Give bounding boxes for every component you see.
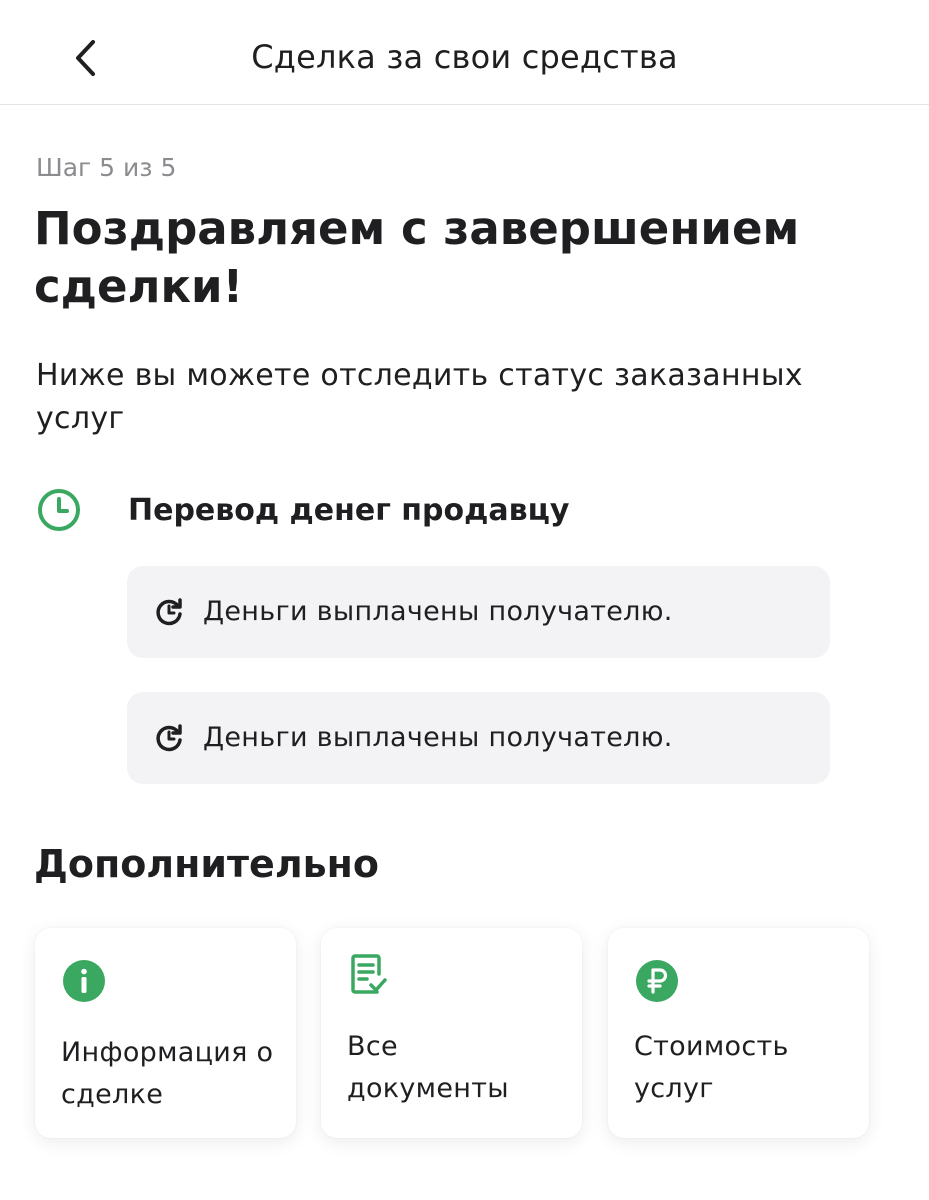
service-cost-tile[interactable]: Стоимость услуг <box>608 928 869 1138</box>
top-bar: Сделка за свои средства <box>0 0 929 105</box>
ruble-icon <box>636 960 678 1002</box>
page-title: Сделка за свои средства <box>251 38 678 76</box>
tile-label: Стоимость услуг <box>634 1031 789 1104</box>
step-indicator: Шаг 5 из 5 <box>36 153 177 182</box>
section-title: Дополнительно <box>34 842 380 886</box>
tile-label: Все документы <box>347 1031 509 1104</box>
status-item: Деньги выплачены получателю. <box>127 692 830 784</box>
status-item: Деньги выплачены получателю. <box>127 566 830 658</box>
subtitle: Ниже вы можете отследить статус заказанн… <box>36 358 803 436</box>
status-text: Деньги выплачены получателю. <box>203 722 673 753</box>
info-icon <box>63 960 105 1002</box>
clock-icon <box>38 489 80 531</box>
transfer-title: Перевод денег продавцу <box>128 493 570 528</box>
tile-label: Информация о сделке <box>61 1037 274 1110</box>
headline: Поздравляем с завершением сделки! <box>34 202 800 313</box>
document-check-icon <box>351 954 387 994</box>
all-documents-tile[interactable]: Все документы <box>321 928 582 1138</box>
transfer-status-header: Перевод денег продавцу <box>36 486 569 534</box>
status-text: Деньги выплачены получателю. <box>203 596 673 627</box>
refresh-icon <box>156 598 182 626</box>
refresh-icon <box>156 724 182 752</box>
deal-info-tile[interactable]: Информация о сделке <box>35 928 296 1138</box>
